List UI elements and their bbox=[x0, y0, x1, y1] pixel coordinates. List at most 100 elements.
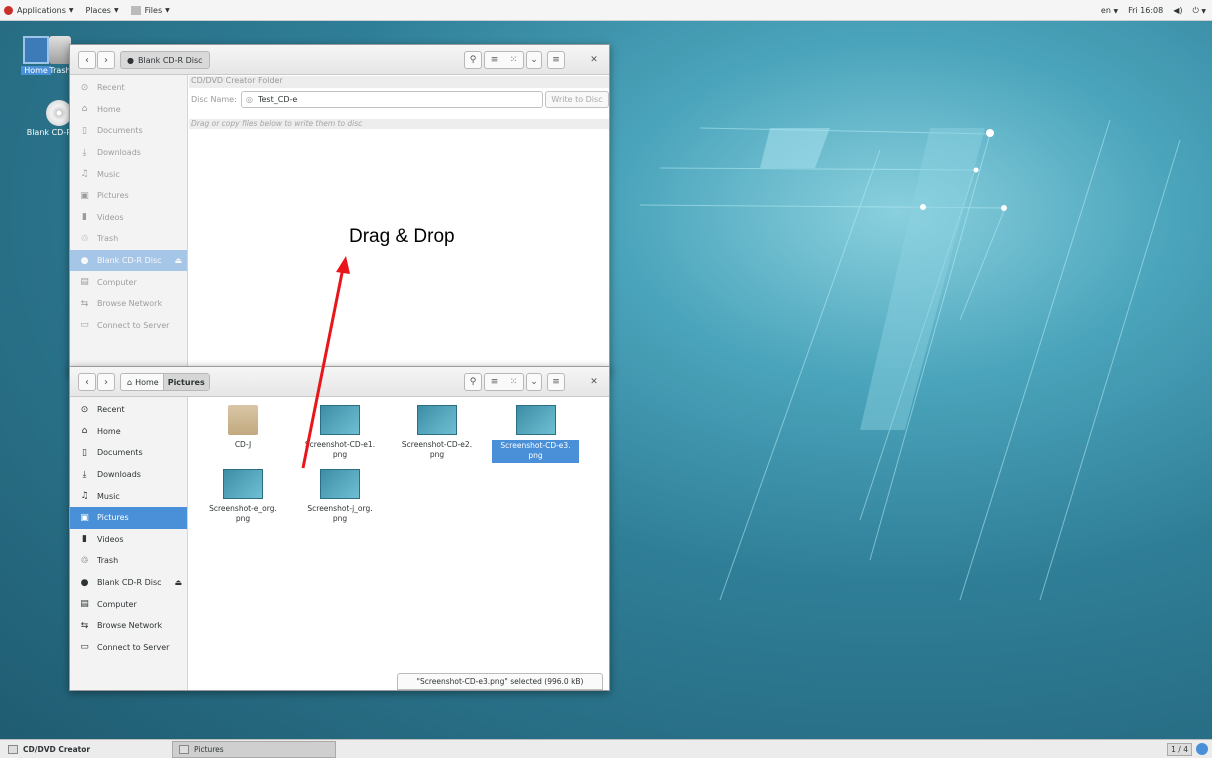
bottom-panel: CD/DVD Creator Pictures 1 / 4 bbox=[0, 739, 1212, 758]
write-to-disc-button[interactable]: Write to Disc bbox=[545, 91, 609, 108]
sidebar-item-downloads[interactable]: ⤓ Downloads bbox=[70, 464, 187, 486]
sidebar-item-trash[interactable]: ♲ Trash bbox=[70, 228, 187, 250]
chevron-down-icon: ⌄ bbox=[530, 377, 538, 387]
sidebar-item-icon: ▭ bbox=[80, 642, 89, 653]
sidebar-item-pictures[interactable]: ▣ Pictures bbox=[70, 185, 187, 207]
task-pictures[interactable]: Pictures bbox=[172, 740, 336, 758]
sidebar-item-icon: ⌂ bbox=[81, 104, 88, 115]
hamburger-icon: ≡ bbox=[552, 377, 560, 387]
sidebar-item-browse-network[interactable]: ⇆ Browse Network bbox=[70, 293, 187, 315]
eject-icon[interactable]: ⏏ bbox=[175, 256, 183, 265]
sidebar-item-label: Videos bbox=[97, 212, 124, 222]
power-icon[interactable]: ⏻ ▼ bbox=[1193, 6, 1207, 16]
sidebar-item-connect-to-server[interactable]: ▭ Connect to Server bbox=[70, 315, 187, 337]
menu-button[interactable]: ≡ bbox=[547, 373, 565, 391]
sidebar-item-videos[interactable]: ▮ Videos bbox=[70, 529, 187, 551]
workspace-indicator[interactable]: 1 / 4 bbox=[1167, 742, 1192, 756]
home-icon: ⌂ bbox=[127, 377, 133, 387]
sidebar-item-browse-network[interactable]: ⇆ Browse Network bbox=[70, 615, 187, 637]
sidebar-item-home[interactable]: ⌂ Home bbox=[70, 421, 187, 443]
file-item-cd-j[interactable]: CD-J bbox=[202, 405, 284, 450]
sidebar-item-computer[interactable]: ▤ Computer bbox=[70, 271, 187, 293]
close-button[interactable]: ✕ bbox=[585, 51, 603, 69]
sidebar-item-icon: ⊙ bbox=[80, 404, 89, 415]
sidebar-item-documents[interactable]: ▯ Documents bbox=[70, 442, 187, 464]
view-toggle[interactable]: ≡ ⁙ bbox=[484, 51, 524, 69]
sidebar-item-downloads[interactable]: ⤓ Downloads bbox=[70, 142, 187, 164]
sidebar-item-icon: ▯ bbox=[82, 125, 87, 136]
sidebar-item-label: Computer bbox=[97, 277, 137, 287]
file-label: Screenshot-CD-e1. png bbox=[304, 440, 376, 459]
volume-icon[interactable]: ◀) bbox=[1173, 6, 1182, 15]
search-button[interactable]: ⚲ bbox=[464, 51, 482, 69]
sidebar-item-recent[interactable]: ⊙ Recent bbox=[70, 399, 187, 421]
sidebar-item-icon: ▮ bbox=[82, 212, 87, 223]
cd-drop-area[interactable] bbox=[189, 131, 609, 373]
sidebar-item-pictures[interactable]: ▣ Pictures bbox=[70, 506, 187, 529]
view-options-button[interactable]: ⌄ bbox=[526, 51, 542, 69]
task-cd-creator[interactable]: CD/DVD Creator bbox=[4, 741, 172, 758]
sidebar-item-icon: ● bbox=[80, 255, 89, 266]
chevron-down-icon: ▼ bbox=[68, 6, 74, 14]
close-button[interactable]: ✕ bbox=[585, 373, 603, 391]
folder-icon bbox=[228, 405, 258, 435]
language-menu[interactable]: en ▼ bbox=[1101, 6, 1118, 15]
status-bar: "Screenshot-CD-e3.png" selected (996.0 k… bbox=[397, 673, 603, 690]
disc-name-input[interactable]: ◎ Test_CD-e bbox=[241, 91, 543, 108]
disc-icon: ◎ bbox=[246, 95, 253, 104]
path-button-home[interactable]: ⌂ Home bbox=[127, 378, 159, 387]
sidebar-item-icon: ♲ bbox=[80, 555, 89, 566]
sidebar-item-icon: ▭ bbox=[80, 320, 89, 331]
pictures-sidebar-list: ⊙ Recent ⌂ Home ▯ Documents ⤓ Downloads ♫ Music ▣ P… bbox=[70, 397, 187, 658]
pictures-content: CD-J Screenshot-CD-e1. png Screenshot-CD-… bbox=[189, 397, 609, 690]
places-menu[interactable]: Places ▼ bbox=[86, 6, 119, 15]
view-options-button[interactable]: ⌄ bbox=[526, 373, 542, 391]
forward-button[interactable]: › bbox=[97, 373, 115, 391]
path-button-pictures[interactable]: Pictures bbox=[162, 374, 209, 390]
search-button[interactable]: ⚲ bbox=[464, 373, 482, 391]
sidebar-item-home[interactable]: ⌂ Home bbox=[70, 99, 187, 121]
pictures-header-bar: ‹ › ⌂ Home Pictures ⚲ ≡ ⁙ ⌄ ≡ ✕ bbox=[70, 367, 609, 397]
sidebar-item-music[interactable]: ♫ Music bbox=[70, 485, 187, 507]
file-item-screenshot-e-org[interactable]: Screenshot-e_org. png bbox=[202, 469, 284, 524]
files-menu[interactable]: Files ▼ bbox=[130, 5, 170, 15]
file-item-screenshot-j-org[interactable]: Screenshot-j_org. png bbox=[299, 469, 381, 524]
sidebar-item-trash[interactable]: ♲ Trash bbox=[70, 550, 187, 572]
forward-button[interactable]: › bbox=[97, 51, 115, 69]
files-icon bbox=[130, 5, 141, 15]
sidebar-item-icon: ▣ bbox=[80, 190, 89, 201]
sidebar-item-label: Recent bbox=[97, 405, 125, 415]
menu-button[interactable]: ≡ bbox=[547, 51, 565, 69]
sidebar-item-music[interactable]: ♫ Music bbox=[70, 163, 187, 185]
applications-menu[interactable]: Applications ▼ bbox=[4, 5, 74, 15]
file-item-screenshot-cd-e1[interactable]: Screenshot-CD-e1. png bbox=[299, 405, 381, 460]
sidebar-item-videos[interactable]: ▮ Videos bbox=[70, 207, 187, 229]
back-button[interactable]: ‹ bbox=[78, 373, 96, 391]
file-label: Screenshot-j_org. png bbox=[307, 504, 373, 523]
file-item-screenshot-cd-e2[interactable]: Screenshot-CD-e2. png bbox=[396, 405, 478, 460]
view-toggle[interactable]: ≡ ⁙ bbox=[484, 373, 524, 391]
sidebar-item-connect-to-server[interactable]: ▭ Connect to Server bbox=[70, 637, 187, 659]
close-icon: ✕ bbox=[590, 377, 598, 387]
sidebar-item-blank-cd-r-disc[interactable]: ● Blank CD-R Disc ⏏ bbox=[70, 572, 187, 594]
file-item-screenshot-cd-e3[interactable]: Screenshot-CD-e3. png bbox=[492, 405, 579, 463]
back-button[interactable]: ‹ bbox=[78, 51, 96, 69]
trash-icon bbox=[49, 36, 71, 64]
clock[interactable]: Fri 16:08 bbox=[1128, 6, 1163, 15]
window-icon bbox=[179, 744, 189, 754]
sidebar-item-label: Browse Network bbox=[97, 621, 163, 631]
sidebar-item-computer[interactable]: ▤ Computer bbox=[70, 593, 187, 615]
path-button-cd[interactable]: ● Blank CD-R Disc bbox=[120, 51, 210, 69]
eject-icon[interactable]: ⏏ bbox=[175, 578, 183, 587]
list-view-icon: ≡ bbox=[490, 55, 499, 65]
sidebar-item-label: Connect to Server bbox=[97, 642, 170, 652]
notification-icon[interactable] bbox=[1196, 743, 1208, 755]
sidebar-item-documents[interactable]: ▯ Documents bbox=[70, 120, 187, 142]
image-thumbnail-icon bbox=[417, 405, 457, 435]
chevron-down-icon: ⌄ bbox=[530, 55, 538, 65]
sidebar-item-blank-cd-r-disc[interactable]: ● Blank CD-R Disc ⏏ bbox=[70, 249, 187, 272]
sidebar-item-recent[interactable]: ⊙ Recent bbox=[70, 77, 187, 99]
sidebar-item-icon: ⇆ bbox=[80, 298, 89, 309]
path-home-label: Home bbox=[135, 377, 159, 387]
sidebar-item-label: Home bbox=[97, 426, 121, 436]
